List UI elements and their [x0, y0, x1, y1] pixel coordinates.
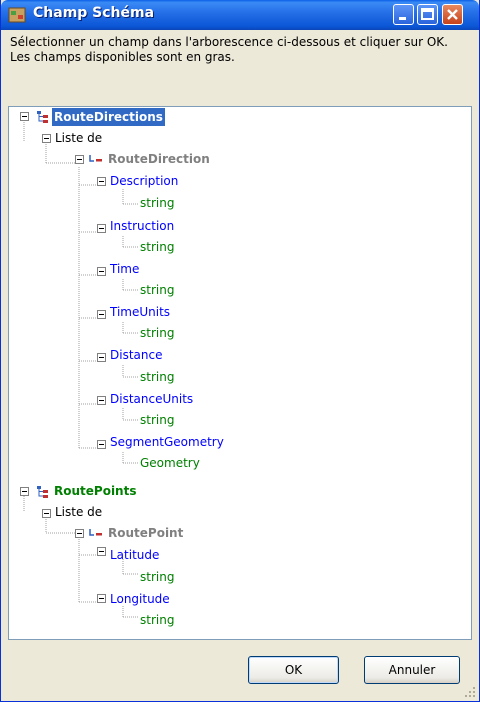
app-icon — [8, 7, 26, 23]
tree-node-label: TimeUnits — [110, 305, 171, 319]
tree-node-label: DistanceUnits — [110, 392, 194, 406]
element-node-icon — [89, 155, 102, 162]
tree-node-segmentgeometry[interactable]: SegmentGeometry — [110, 433, 224, 451]
tree-node-routepoint[interactable]: RoutePoint — [108, 524, 183, 542]
collapse-icon[interactable] — [75, 155, 84, 164]
tree-node-latitude[interactable]: Latitude — [110, 546, 159, 564]
tree-node-label: string — [140, 613, 175, 627]
minimize-icon — [399, 17, 406, 20]
tree-node-label: string — [140, 570, 175, 584]
collapse-icon[interactable] — [97, 224, 106, 233]
tree-node-label: string — [140, 370, 175, 384]
tree-node-instruction[interactable]: Instruction — [110, 217, 174, 235]
tree-node-label: string — [140, 196, 175, 210]
collapse-icon[interactable] — [97, 594, 106, 603]
window-title: Champ Schéma — [33, 5, 155, 21]
tree-node-routepoints[interactable]: RoutePoints — [54, 482, 136, 500]
tree-node-label: string — [140, 413, 175, 427]
tree-node-label: string — [140, 326, 175, 340]
tree-node-liste-de[interactable]: Liste de — [55, 503, 102, 521]
collapse-icon[interactable] — [97, 396, 106, 405]
tree-node-label: string — [140, 283, 175, 297]
tree-node-label: Liste de — [55, 131, 103, 145]
collapse-icon[interactable] — [42, 509, 51, 518]
instruction-text: Sélectionner un champ dans l'arborescenc… — [10, 35, 448, 64]
tree-node-timeunits[interactable]: TimeUnits — [110, 303, 170, 321]
collapse-icon[interactable] — [97, 267, 106, 276]
tree-node-label: RoutePoint — [108, 526, 184, 540]
title-bar[interactable]: Champ Schéma — [1, 0, 479, 30]
ok-button[interactable]: OK — [248, 656, 339, 684]
tree-node-label: Latitude — [110, 548, 160, 562]
maximize-icon — [421, 8, 434, 20]
tree-node-longitude[interactable]: Longitude — [110, 590, 170, 608]
collapse-icon[interactable] — [97, 547, 106, 556]
close-icon — [447, 9, 458, 20]
tree-node-label: Liste de — [55, 505, 103, 519]
tree-node-type[interactable]: string — [140, 611, 174, 629]
tree-node-label: Distance — [110, 348, 163, 362]
tree-node-label: RouteDirections — [52, 108, 165, 126]
tree-node-type[interactable]: string — [140, 411, 174, 429]
collapse-icon[interactable] — [42, 134, 51, 143]
schema-node-icon — [37, 486, 48, 498]
tree-node-type[interactable]: string — [140, 368, 174, 386]
tree-node-label: string — [140, 240, 175, 254]
tree-node-description[interactable]: Description — [110, 172, 178, 190]
collapse-icon[interactable] — [20, 487, 29, 496]
resize-grip-icon[interactable] — [464, 686, 476, 698]
tree-node-routedirection[interactable]: RouteDirection — [108, 150, 210, 168]
dialog-window: Champ Schéma Sélectionner un champ dans … — [0, 0, 480, 702]
tree-node-label: SegmentGeometry — [110, 435, 224, 449]
close-button[interactable] — [442, 4, 463, 25]
schema-node-icon — [37, 111, 48, 123]
collapse-icon[interactable] — [97, 310, 106, 319]
collapse-icon[interactable] — [97, 440, 106, 449]
tree-node-type[interactable]: string — [140, 568, 174, 586]
tree-node-liste-de[interactable]: Liste de — [55, 129, 102, 147]
tree-node-label: RouteDirection — [108, 152, 210, 166]
collapse-icon[interactable] — [75, 529, 84, 538]
collapse-icon[interactable] — [97, 353, 106, 362]
tree-node-label: Description — [110, 174, 179, 188]
tree-node-type[interactable]: Geometry — [140, 454, 200, 472]
tree-connector-lines — [23, 122, 139, 618]
collapse-icon[interactable] — [20, 112, 29, 121]
tree-node-routedirections[interactable]: RouteDirections — [52, 108, 165, 126]
tree-node-type[interactable]: string — [140, 238, 174, 256]
maximize-button[interactable] — [417, 4, 438, 25]
schema-tree[interactable]: RouteDirections Liste de RouteDirection … — [8, 106, 472, 640]
tree-node-distanceunits[interactable]: DistanceUnits — [110, 390, 193, 408]
tree-node-type[interactable]: string — [140, 281, 174, 299]
tree-node-type[interactable]: string — [140, 194, 174, 212]
collapse-icon[interactable] — [97, 177, 106, 186]
cancel-button[interactable]: Annuler — [364, 656, 460, 684]
element-node-icon — [89, 529, 102, 536]
tree-node-label: RoutePoints — [54, 484, 137, 498]
tree-node-distance[interactable]: Distance — [110, 346, 162, 364]
minimize-button[interactable] — [393, 4, 414, 25]
tree-node-label: Longitude — [110, 592, 170, 606]
tree-node-time[interactable]: Time — [110, 260, 139, 278]
tree-node-label: Time — [110, 262, 140, 276]
tree-node-type[interactable]: string — [140, 324, 174, 342]
tree-node-label: Instruction — [110, 219, 175, 233]
tree-node-label: Geometry — [140, 456, 200, 470]
